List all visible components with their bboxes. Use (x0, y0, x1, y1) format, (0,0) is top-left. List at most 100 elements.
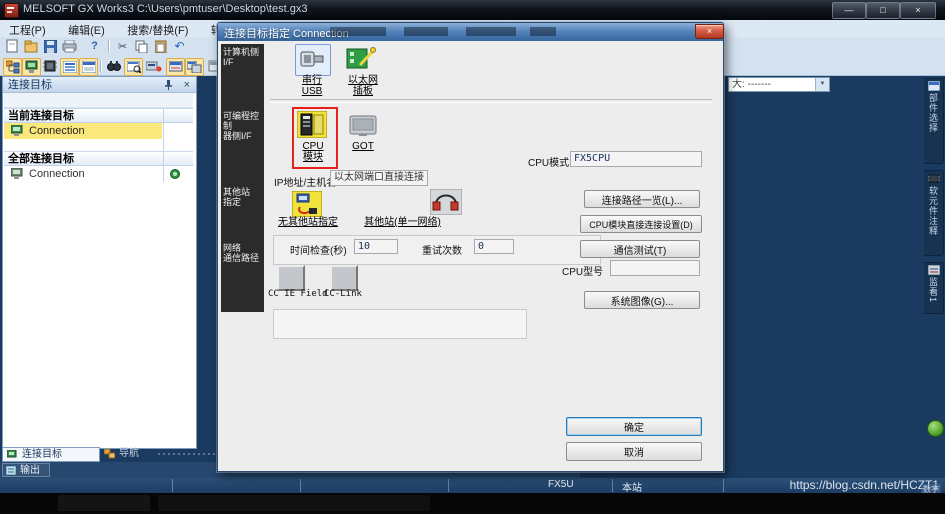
section-divider (270, 99, 712, 103)
label-plc-if: 可编程控制器侧I/F (223, 111, 263, 141)
find-window-icon[interactable] (124, 58, 143, 76)
status-bar: FX5U 本站 https://blog.csdn.net/HCZT1 数字 (0, 478, 945, 493)
save-icon[interactable] (42, 38, 59, 54)
print-icon[interactable] (61, 38, 78, 54)
maximize-button[interactable]: □ (866, 2, 900, 19)
combo-arrow-icon[interactable]: ▼ (815, 78, 829, 91)
tab-label: 输出 (20, 464, 40, 477)
serial-usb-item[interactable] (295, 44, 331, 76)
other-station-item[interactable] (430, 189, 462, 215)
system-image-button[interactable]: 系统图像(G)... (584, 291, 700, 309)
cc-link-item[interactable] (330, 265, 358, 291)
new-project-icon[interactable] (4, 38, 21, 54)
dialog-close-button[interactable]: × (695, 24, 724, 39)
current-target-icon (170, 169, 180, 179)
tab-label: 导航 (119, 447, 139, 461)
project-tree-icon[interactable] (3, 58, 22, 76)
connection-icon[interactable] (22, 58, 41, 76)
cpu-mode-label: CPU模式 (528, 154, 569, 169)
ok-button[interactable]: 确定 (566, 417, 702, 436)
time-check-label: 时间检查(秒) (290, 242, 347, 257)
current-connection-row[interactable]: Connection (4, 123, 193, 139)
window-close-button[interactable]: × (900, 2, 936, 19)
tab-label: 监看1 (927, 277, 940, 303)
window-title: MELSOFT GX Works3 C:\Users\pmtuser\Deskt… (23, 3, 307, 15)
no-other-station-label[interactable]: 无其他站指定 (268, 217, 348, 228)
titlebar-artifact (404, 27, 448, 36)
label-network-path: 网络通信路径 (223, 243, 263, 263)
zoom-combobox-value: 大: ------- (729, 79, 771, 90)
toolbar-separator (108, 40, 109, 52)
all-connection-row[interactable]: Connection (4, 166, 193, 182)
tab-element-selection[interactable]: 部件选择 (924, 78, 944, 164)
dialog-title-bar: 连接目标指定 Connection × (218, 23, 723, 41)
open-project-icon[interactable] (23, 38, 40, 54)
status-station: 本站 (622, 479, 642, 494)
no-other-station-icon (292, 191, 322, 217)
help-icon[interactable]: ? (86, 38, 103, 54)
got-icon (349, 115, 377, 137)
detail-view-icon[interactable] (79, 58, 98, 76)
copy-icon[interactable] (133, 38, 150, 54)
connection-destination-dialog: 连接目标指定 Connection × 计算机侧I/F 可编程控制器侧I/F 其… (217, 22, 724, 472)
panel-title: 连接目标 (8, 79, 52, 91)
paste-icon[interactable] (152, 38, 169, 54)
app-window: MELSOFT GX Works3 C:\Users\pmtuser\Deskt… (0, 0, 945, 514)
tab-connection-destination[interactable]: 连接目标 (2, 447, 100, 462)
tab-label: 连接目标 (22, 448, 62, 461)
minimize-button[interactable]: — (832, 2, 866, 19)
retry-label: 重试次数 (422, 242, 462, 257)
status-cpu-type: FX5U (548, 479, 574, 490)
time-check-value[interactable]: 10 (354, 239, 398, 254)
got-item[interactable] (349, 115, 377, 137)
device-find-icon[interactable] (145, 58, 162, 74)
device-monitor-icon[interactable] (166, 58, 185, 76)
ip-host-value: 以太网端口直接连接 (330, 170, 428, 186)
ethernet-board-item[interactable] (346, 45, 380, 74)
cancel-button[interactable]: 取消 (566, 442, 702, 461)
device-batch-icon[interactable] (185, 58, 204, 76)
cpu-direct-connection-button[interactable]: CPU模块直接连接设置(D) (580, 215, 702, 233)
connection-path-list-button[interactable]: 连接路径一览(L)... (584, 190, 700, 208)
got-label[interactable]: GOT (342, 141, 384, 152)
no-other-station-item[interactable] (292, 191, 322, 217)
connection-icon (7, 450, 18, 460)
device-chip-icon (928, 173, 940, 184)
undo-icon[interactable]: ↶ (171, 38, 188, 54)
other-station-label[interactable]: 其他站(单一网络) (350, 217, 455, 228)
path-preview-box (273, 309, 527, 339)
zoom-combobox[interactable]: 大: ------- ▼ (728, 77, 830, 92)
panel-title-bar: 连接目标 × (3, 77, 196, 93)
tab-label: 软元件注释 (927, 186, 940, 236)
cpu-model-value (610, 260, 700, 276)
connection-row-label: Connection (29, 123, 85, 139)
communication-test-button[interactable]: 通信测试(T) (580, 240, 700, 258)
cc-ie-field-item[interactable] (277, 265, 305, 291)
list-view-icon[interactable] (60, 58, 79, 76)
retry-value[interactable]: 0 (474, 239, 514, 254)
title-bar: MELSOFT GX Works3 C:\Users\pmtuser\Deskt… (0, 0, 945, 20)
panel-close-icon[interactable]: × (184, 77, 190, 93)
cut-icon[interactable]: ✂ (114, 38, 131, 54)
dialog-sidebar (221, 44, 264, 312)
pin-icon[interactable] (165, 80, 172, 90)
annotation-red-box (292, 107, 338, 169)
toolbar-separator (100, 60, 101, 72)
connection-destination-panel: 连接目标 × 当前连接目标 Connection 全部连接目标 Connecti… (2, 76, 197, 449)
tab-output[interactable]: 输出 (2, 463, 50, 477)
app-logo-icon (4, 3, 19, 18)
cpu-model-label: CPU型号 (562, 263, 603, 278)
tab-watch-1[interactable]: 监看1 (924, 262, 944, 314)
cpu-mode-value: FX5CPU (570, 151, 702, 167)
taskbar-item (58, 495, 150, 511)
module-chip-icon[interactable] (41, 58, 58, 74)
tab-device-comment[interactable]: 软元件注释 (924, 170, 944, 256)
titlebar-artifact (466, 27, 516, 36)
ethernet-board-label[interactable]: 以太网插板 (340, 75, 386, 97)
find-binoculars-icon[interactable] (105, 58, 122, 74)
tab-navigation[interactable]: 导航 (102, 447, 154, 462)
label-other-station: 其他站指定 (223, 187, 263, 207)
serial-usb-label[interactable]: 串行USB (288, 75, 336, 97)
cc-link-label: CC-Link (324, 289, 362, 299)
green-indicator-icon[interactable] (927, 420, 944, 437)
